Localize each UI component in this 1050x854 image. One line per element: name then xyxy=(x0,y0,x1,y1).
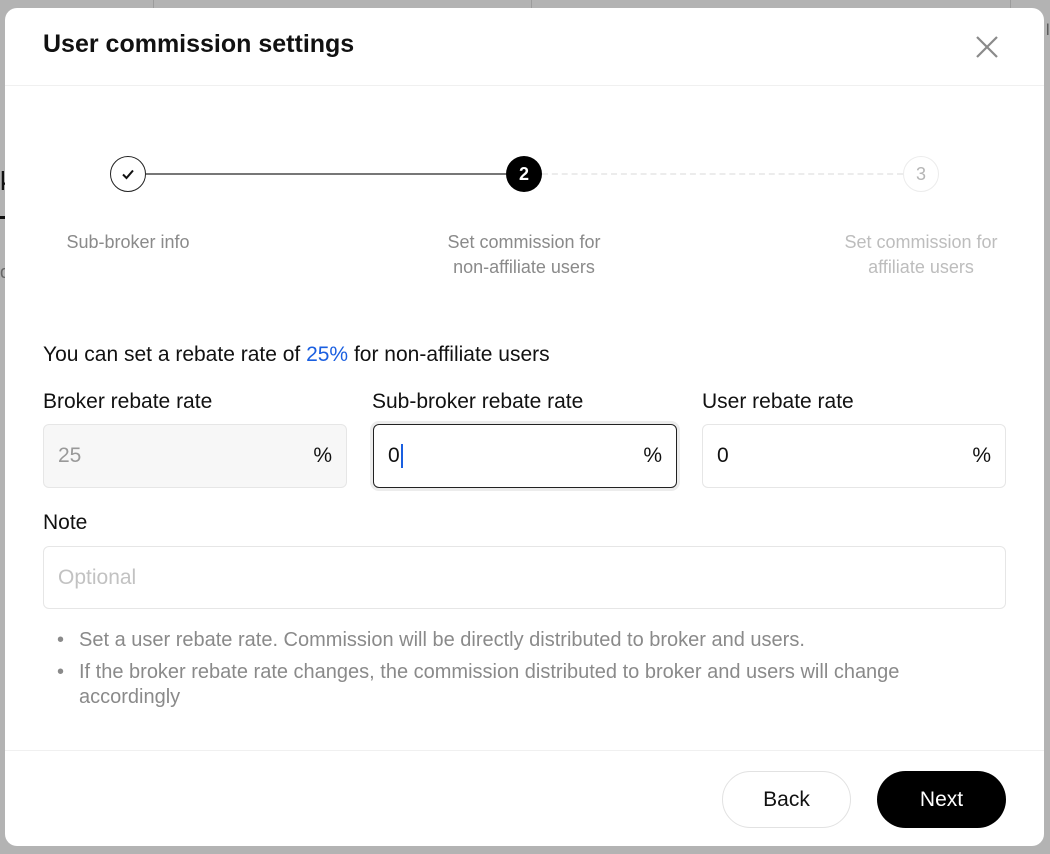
broker-rate-field: % xyxy=(43,424,347,488)
note-label: Note xyxy=(43,511,88,534)
step-3-label-line2: affiliate users xyxy=(868,257,974,277)
percent-suffix: % xyxy=(643,444,662,467)
broker-rate-label: Broker rebate rate xyxy=(43,390,213,413)
tips-list: • Set a user rebate rate. Commission wil… xyxy=(55,628,975,717)
user-rate-input[interactable] xyxy=(717,444,973,468)
bullet-icon: • xyxy=(57,629,65,651)
sub-broker-rate-input[interactable]: 0 xyxy=(388,444,643,468)
percent-suffix: % xyxy=(972,444,991,467)
commission-settings-dialog: User commission settings 2 3 Sub-broker … xyxy=(5,8,1044,846)
next-button[interactable]: Next xyxy=(877,771,1006,828)
check-icon xyxy=(122,169,134,180)
dialog-header: User commission settings xyxy=(5,8,1044,86)
step-1-indicator xyxy=(110,156,146,192)
close-button[interactable] xyxy=(973,33,1001,61)
user-rate-field[interactable]: % xyxy=(702,424,1006,488)
dialog-footer: Back Next xyxy=(5,750,1044,846)
broker-rate-input xyxy=(58,444,314,468)
step-3-indicator: 3 xyxy=(903,156,939,192)
step-1-label-text: Sub-broker info xyxy=(66,232,190,252)
background-divider xyxy=(531,0,532,8)
back-button[interactable]: Back xyxy=(722,771,851,828)
step-3-label: Set commission for affiliate users xyxy=(811,230,1031,280)
background-text: l xyxy=(1046,22,1050,39)
step-2-indicator: 2 xyxy=(506,156,542,192)
note-field[interactable] xyxy=(43,546,1006,609)
bullet-icon: • xyxy=(57,661,65,683)
sub-broker-rate-value: 0 xyxy=(388,444,400,467)
background-divider xyxy=(153,0,154,8)
step-2-label-line1: Set commission for xyxy=(447,232,601,252)
sub-broker-rate-label: Sub-broker rebate rate xyxy=(372,390,584,413)
tip-text: Set a user rebate rate. Commission will … xyxy=(79,629,805,651)
tip-text: If the broker rebate rate changes, the c… xyxy=(79,661,900,708)
info-suffix: for non-affiliate users xyxy=(348,343,550,366)
step-connector-pending xyxy=(542,173,903,175)
percent-suffix: % xyxy=(313,444,332,467)
background-divider xyxy=(1010,0,1011,8)
rebate-info-text: You can set a rebate rate of 25% for non… xyxy=(43,343,550,367)
note-input[interactable] xyxy=(58,565,991,590)
tip-item: • If the broker rebate rate changes, the… xyxy=(55,660,975,710)
info-prefix: You can set a rebate rate of xyxy=(43,343,307,366)
step-2-label-line2: non-affiliate users xyxy=(453,257,595,277)
text-caret xyxy=(400,444,403,468)
dialog-title: User commission settings xyxy=(43,30,355,58)
step-2-label: Set commission for non-affiliate users xyxy=(414,230,634,280)
close-icon xyxy=(976,36,998,58)
available-rate-highlight: 25% xyxy=(306,343,349,366)
sub-broker-rate-field[interactable]: 0 % xyxy=(373,424,677,488)
user-rate-label: User rebate rate xyxy=(702,390,854,413)
step-connector-completed xyxy=(146,173,506,175)
tip-item: • Set a user rebate rate. Commission wil… xyxy=(55,628,975,653)
step-1-label: Sub-broker info xyxy=(18,230,238,255)
progress-stepper: 2 3 Sub-broker info Set commission for n… xyxy=(5,156,1044,296)
step-3-label-line1: Set commission for xyxy=(844,232,998,252)
